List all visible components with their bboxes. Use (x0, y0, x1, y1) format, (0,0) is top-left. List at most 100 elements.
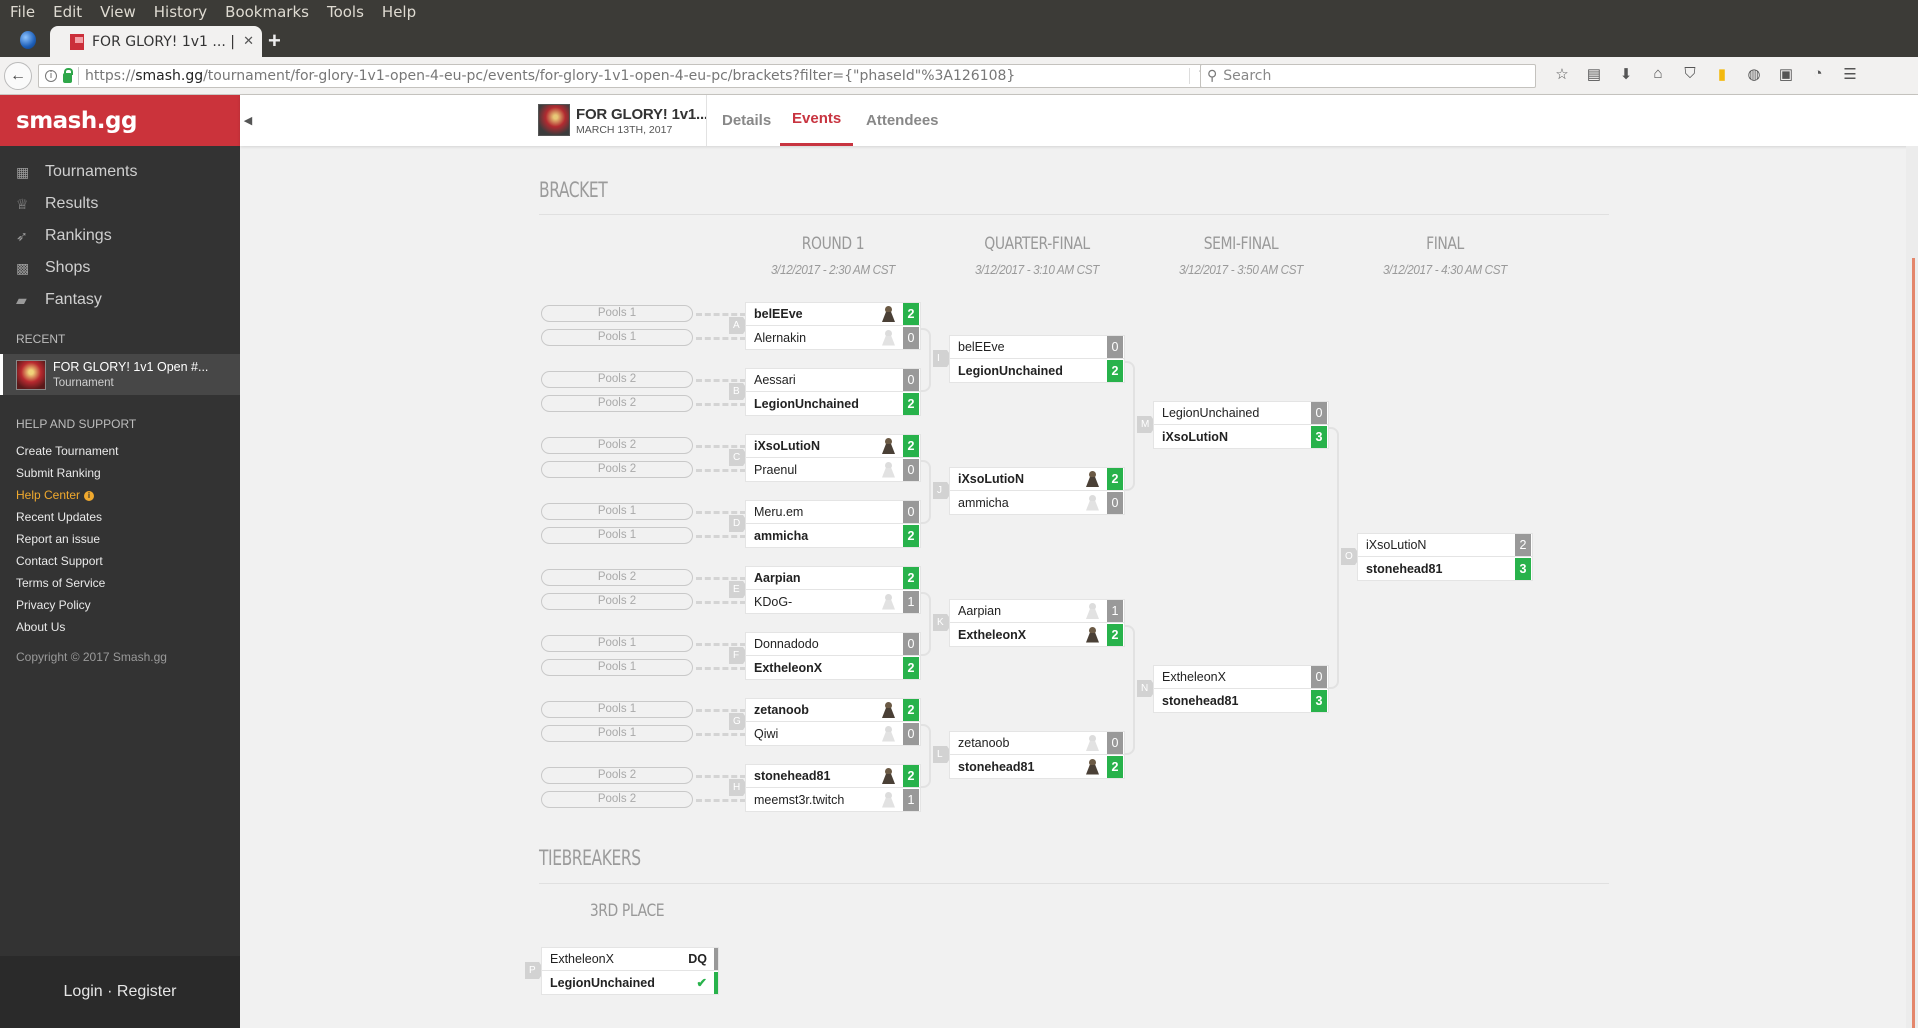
match-I[interactable]: IbelEEve 0 LegionUnchained 2 (933, 335, 1125, 383)
match-C[interactable]: CiXsoLutioN 2 Praenul 0 (729, 434, 921, 482)
match-slot[interactable]: Alernakin 0 (745, 326, 921, 350)
match-L[interactable]: Lzetanoob 0 stonehead81 2 (933, 731, 1125, 779)
extension-yellow-icon[interactable]: ▮ (1706, 65, 1738, 83)
match-slot[interactable]: iXsoLutioN 3 (1153, 425, 1329, 449)
recent-tournament-item[interactable]: FOR GLORY! 1v1 Open #... Tournament (0, 354, 240, 395)
pool-label[interactable]: Pools 1 (541, 503, 693, 520)
pool-label[interactable]: Pools 2 (541, 791, 693, 808)
tab-attendees[interactable]: Attendees (866, 95, 939, 146)
match-slot[interactable]: Aessari 0 (745, 368, 921, 392)
sync-icon[interactable]: ◔ (1802, 65, 1834, 83)
sidebar-item-shops[interactable]: ▩ Shops (0, 252, 240, 284)
match-slot[interactable]: iXsoLutioN 2 (949, 467, 1125, 491)
tab-details[interactable]: Details (722, 95, 771, 146)
login-register-link[interactable]: Login · Register (0, 956, 240, 1028)
sidebar-item-fantasy[interactable]: ▰ Fantasy (0, 284, 240, 316)
link-about[interactable]: About Us (0, 616, 240, 638)
match-M[interactable]: M LegionUnchained 0 iXsoLutioN 3 (1137, 401, 1329, 449)
pool-label[interactable]: Pools 1 (541, 329, 693, 346)
menu-file[interactable]: File (0, 3, 44, 21)
match-slot[interactable]: ExtheleonX 2 (745, 656, 921, 680)
match-slot[interactable]: stonehead81 3 (1357, 557, 1533, 581)
link-recent-updates[interactable]: Recent Updates (0, 506, 240, 528)
match-slot[interactable]: zetanoob 2 (745, 698, 921, 722)
match-B[interactable]: B Aessari 0 LegionUnchained 2 (729, 368, 921, 416)
menu-tools[interactable]: Tools (318, 3, 373, 21)
link-report-issue[interactable]: Report an issue (0, 528, 240, 550)
pool-label[interactable]: Pools 1 (541, 659, 693, 676)
match-N[interactable]: N ExtheleonX 0 stonehead81 3 (1137, 665, 1329, 713)
tab-events[interactable]: Events (780, 95, 854, 146)
match-slot[interactable]: stonehead81 2 (949, 755, 1125, 779)
match-slot[interactable]: LegionUnchained 2 (745, 392, 921, 416)
pool-label[interactable]: Pools 1 (541, 635, 693, 652)
match-slot[interactable]: iXsoLutioN 2 (1357, 533, 1533, 557)
extension-globe-icon[interactable]: ◍ (1738, 65, 1770, 83)
match-slot[interactable]: iXsoLutioN 2 (745, 434, 921, 458)
browser-tab[interactable]: FOR GLORY! 1v1 ... | Br ✕ (50, 26, 262, 57)
pool-label[interactable]: Pools 2 (541, 395, 693, 412)
match-J[interactable]: JiXsoLutioN 2 ammicha 0 (933, 467, 1125, 515)
brand-logo[interactable]: smash.gg (0, 95, 240, 146)
sidebar-item-rankings[interactable]: ➶ Rankings (0, 220, 240, 252)
screenshot-icon[interactable]: ▣ (1770, 65, 1802, 83)
hamburger-menu-icon[interactable]: ☰ (1834, 65, 1866, 83)
pool-label[interactable]: Pools 1 (541, 701, 693, 718)
star-icon[interactable]: ☆ (1546, 65, 1578, 83)
pool-label[interactable]: Pools 2 (541, 461, 693, 478)
pool-label[interactable]: Pools 2 (541, 593, 693, 610)
match-slot[interactable]: stonehead81 3 (1153, 689, 1329, 713)
match-slot[interactable]: LegionUnchained ✔ (541, 971, 719, 995)
menu-view[interactable]: View (91, 3, 145, 21)
url-bar[interactable]: i https://smash.gg/tournament/for-glory-… (38, 64, 1220, 88)
new-tab-button[interactable]: + (268, 28, 281, 54)
match-P[interactable]: P ExtheleonX DQ LegionUnchained ✔ (525, 947, 719, 995)
pool-label[interactable]: Pools 1 (541, 305, 693, 322)
url-text[interactable]: https://smash.gg/tournament/for-glory-1v… (85, 68, 1189, 84)
search-bar[interactable]: ⚲ Search (1200, 64, 1536, 88)
pool-label[interactable]: Pools 1 (541, 527, 693, 544)
tournament-logo[interactable] (538, 104, 570, 136)
match-K[interactable]: K Aarpian 1 ExtheleonX 2 (933, 599, 1125, 647)
match-G[interactable]: Gzetanoob 2 Qiwi 0 (729, 698, 921, 746)
match-slot[interactable]: Praenul 0 (745, 458, 921, 482)
match-slot[interactable]: ammicha 2 (745, 524, 921, 548)
menu-help[interactable]: Help (373, 3, 425, 21)
menu-edit[interactable]: Edit (44, 3, 91, 21)
link-terms[interactable]: Terms of Service (0, 572, 240, 594)
back-button[interactable]: ← (4, 62, 32, 90)
match-slot[interactable]: ammicha 0 (949, 491, 1125, 515)
menu-history[interactable]: History (145, 3, 216, 21)
match-slot[interactable]: belEEve 0 (949, 335, 1125, 359)
link-privacy[interactable]: Privacy Policy (0, 594, 240, 616)
match-slot[interactable]: Aarpian 2 (745, 566, 921, 590)
pool-label[interactable]: Pools 2 (541, 437, 693, 454)
menu-bookmarks[interactable]: Bookmarks (216, 3, 318, 21)
match-slot[interactable]: belEEve 2 (745, 302, 921, 326)
sidebar-item-tournaments[interactable]: ▦ Tournaments (0, 156, 240, 188)
pool-label[interactable]: Pools 2 (541, 569, 693, 586)
pocket-icon[interactable]: ⛉ (1674, 65, 1706, 83)
match-slot[interactable]: ExtheleonX 2 (949, 623, 1125, 647)
match-slot[interactable]: Qiwi 0 (745, 722, 921, 746)
download-icon[interactable]: ⬇ (1610, 65, 1642, 83)
match-slot[interactable]: ExtheleonX DQ (541, 947, 719, 971)
match-D[interactable]: D Meru.em 0 ammicha 2 (729, 500, 921, 548)
link-contact-support[interactable]: Contact Support (0, 550, 240, 572)
reading-list-icon[interactable]: ▤ (1578, 65, 1610, 83)
tournament-name[interactable]: FOR GLORY! 1v1... (576, 106, 708, 123)
match-slot[interactable]: LegionUnchained 2 (949, 359, 1125, 383)
match-slot[interactable]: stonehead81 2 (745, 764, 921, 788)
collapse-sidebar-icon[interactable]: ◀ (240, 95, 256, 146)
match-slot[interactable]: Donnadodo 0 (745, 632, 921, 656)
match-slot[interactable]: ExtheleonX 0 (1153, 665, 1329, 689)
link-submit-ranking[interactable]: Submit Ranking (0, 462, 240, 484)
match-E[interactable]: E Aarpian 2 KDoG- 1 (729, 566, 921, 614)
link-create-tournament[interactable]: Create Tournament (0, 440, 240, 462)
scrollbar-thumb[interactable] (1912, 258, 1915, 1028)
pool-label[interactable]: Pools 2 (541, 371, 693, 388)
home-icon[interactable]: ⌂ (1642, 65, 1674, 83)
match-slot[interactable]: Aarpian 1 (949, 599, 1125, 623)
sidebar-item-results[interactable]: ♕ Results (0, 188, 240, 220)
match-F[interactable]: F Donnadodo 0 ExtheleonX 2 (729, 632, 921, 680)
